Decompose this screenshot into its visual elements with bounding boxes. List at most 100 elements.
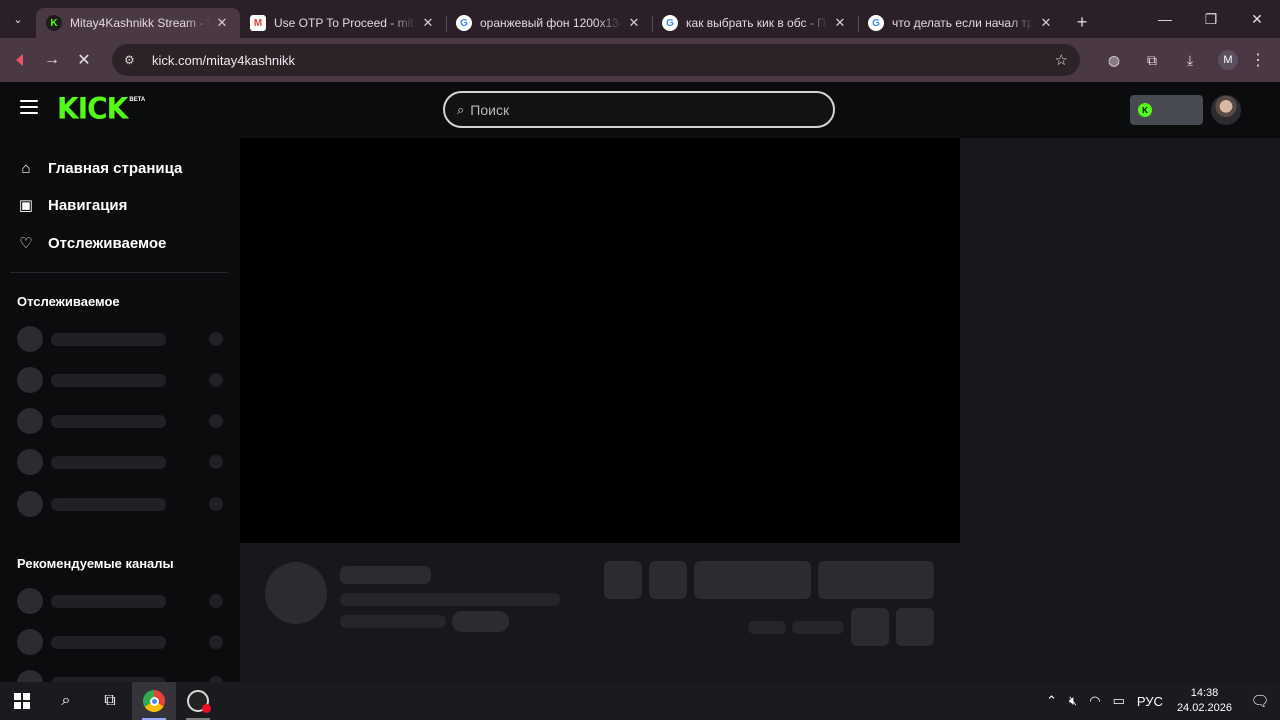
recording-dot-icon <box>202 704 211 713</box>
channel-name-skeleton <box>340 566 431 584</box>
task-view-icon: ⧉ <box>104 692 116 709</box>
extensions-button[interactable]: ⧉ <box>1136 44 1168 76</box>
task-view-button[interactable]: ⧉ <box>88 682 132 720</box>
nav-item-browse[interactable]: ▣ Навигация <box>16 192 128 218</box>
tab-title: Mitay4Kashnikk Stream - Watch <box>70 16 210 30</box>
translate-button[interactable]: ◍ <box>1098 44 1130 76</box>
channel-skeleton-row <box>17 326 223 352</box>
new-tab-button[interactable]: + <box>1068 12 1096 33</box>
browser-tab[interactable]: M Use OTP To Proceed - mitay4k ✕ <box>240 8 447 38</box>
channel-skeleton-row <box>17 588 223 614</box>
toolbar-actions: ◍ ⧉ ⤓ M <box>1098 44 1244 76</box>
nav-item-home[interactable]: ⌂ Главная страница <box>16 155 182 181</box>
site-settings-icon[interactable]: ⚙ <box>124 53 142 67</box>
browser-menu-button[interactable]: ⋮ <box>1242 44 1274 76</box>
kick-favicon-icon: K <box>46 15 62 31</box>
search-box[interactable]: ⌕ <box>443 91 835 128</box>
browser-toolbar: → ✕ ⚙ kick.com/mitay4kashnikk ☆ ◍ ⧉ ⤓ M … <box>0 38 1280 82</box>
stream-title-skeleton <box>340 593 560 606</box>
sidebar-divider <box>10 272 228 273</box>
beta-badge: BETA <box>129 97 146 103</box>
gmail-favicon-icon: M <box>250 15 266 31</box>
search-icon: ⌕ <box>61 692 71 709</box>
volume-muted-icon[interactable]: 🔇︎ <box>1063 693 1083 709</box>
profile-button[interactable]: M <box>1212 44 1244 76</box>
tab-title: Use OTP To Proceed - mitay4k <box>274 16 416 30</box>
heart-icon: ♡ <box>19 235 33 252</box>
restore-icon[interactable]: ❐ <box>1188 0 1234 38</box>
tab-close-icon[interactable]: ✕ <box>1038 15 1054 31</box>
close-window-icon[interactable]: ✕ <box>1234 0 1280 38</box>
start-button[interactable] <box>0 682 44 720</box>
tab-close-icon[interactable]: ✕ <box>214 15 230 31</box>
notifications-icon[interactable]: 🗨︎ <box>1240 692 1280 710</box>
windows-taskbar: ⌕ ⧉ ⌃ 🔇︎ ◠ ▭ РУС 14:38 24.02.2026 🗨︎ <box>0 682 1280 720</box>
address-bar[interactable]: ⚙ kick.com/mitay4kashnikk ☆ <box>112 44 1080 76</box>
browser-tab[interactable]: G оранжевый фон 1200x134px ✕ <box>446 8 653 38</box>
chrome-icon <box>143 690 165 712</box>
puzzle-icon: ⧉ <box>1147 51 1157 68</box>
search-icon: ⌕ <box>457 101 465 117</box>
input-language[interactable]: РУС <box>1131 694 1169 709</box>
bookmark-star-icon[interactable]: ☆ <box>1055 51 1068 69</box>
back-arrow-icon <box>16 54 23 66</box>
tab-search-button[interactable]: ⌄ <box>6 7 30 31</box>
action-button-skeleton <box>604 561 642 599</box>
battery-icon[interactable]: ▭ <box>1107 693 1131 709</box>
nav-item-label: Отслеживаемое <box>48 234 167 252</box>
window-controls: — ❐ ✕ <box>1142 0 1280 38</box>
browse-icon: ▣ <box>18 197 34 214</box>
kick-logo-text: KICK <box>57 91 128 126</box>
uptime-skeleton <box>792 621 844 634</box>
user-avatar[interactable] <box>1211 95 1241 125</box>
tab-close-icon[interactable]: ✕ <box>832 15 848 31</box>
browser-tab[interactable]: K Mitay4Kashnikk Stream - Watch ✕ <box>36 8 240 38</box>
search-input[interactable] <box>470 101 801 118</box>
nav-item-label: Главная страница <box>48 159 183 177</box>
tag-skeleton <box>452 611 509 632</box>
nav-item-following[interactable]: ♡ Отслеживаемое <box>16 230 166 256</box>
google-favicon-icon: G <box>662 15 678 31</box>
browser-tab[interactable]: G как выбрать кик в обс - Поиск ✕ <box>652 8 859 38</box>
stop-loading-button[interactable]: ✕ <box>68 44 100 76</box>
subscribe-button-skeleton <box>818 561 934 599</box>
share-button-skeleton <box>851 608 889 646</box>
following-section-title: Отслеживаемое <box>17 294 120 309</box>
system-tray: ⌃ 🔇︎ ◠ ▭ РУС 14:38 24.02.2026 🗨︎ <box>1040 682 1280 720</box>
video-player[interactable] <box>240 138 960 543</box>
kick-coins-button[interactable]: K <box>1130 95 1203 125</box>
url-text[interactable]: kick.com/mitay4kashnikk <box>152 53 295 68</box>
minimize-icon[interactable]: — <box>1142 0 1188 38</box>
channel-skeleton-row <box>17 629 223 655</box>
channel-skeleton-row <box>17 670 223 682</box>
taskbar-chrome[interactable] <box>132 682 176 720</box>
windows-logo-icon <box>14 693 30 709</box>
tab-title: как выбрать кик в обс - Поиск <box>686 16 828 30</box>
back-button[interactable] <box>4 44 36 76</box>
show-hidden-icons-icon[interactable]: ⌃ <box>1040 693 1063 709</box>
follow-button-skeleton <box>694 561 811 599</box>
browser-tab-strip: ⌄ K Mitay4Kashnikk Stream - Watch ✕ M Us… <box>0 0 1280 38</box>
sidebar: ⌂ Главная страница ▣ Навигация ♡ Отслежи… <box>0 138 240 682</box>
forward-arrow-icon: → <box>44 51 60 68</box>
tab-close-icon[interactable]: ✕ <box>626 15 642 31</box>
wifi-icon[interactable]: ◠ <box>1083 693 1106 709</box>
tab-close-icon[interactable]: ✕ <box>420 15 436 31</box>
channel-skeleton-row <box>17 449 223 475</box>
kick-coin-icon: K <box>1138 103 1152 117</box>
kick-logo[interactable]: KICK BETA <box>57 91 146 126</box>
download-icon: ⤓ <box>1186 51 1194 68</box>
taskbar-clock[interactable]: 14:38 24.02.2026 <box>1169 686 1240 716</box>
obs-icon <box>187 690 211 713</box>
hamburger-menu-icon[interactable] <box>20 100 38 114</box>
action-button-skeleton <box>649 561 687 599</box>
viewers-skeleton <box>748 621 786 634</box>
clock-time: 14:38 <box>1190 687 1219 699</box>
channel-skeleton-row <box>17 491 223 517</box>
downloads-button[interactable]: ⤓ <box>1174 44 1206 76</box>
taskbar-search-button[interactable]: ⌕ <box>44 682 88 720</box>
taskbar-obs[interactable] <box>176 682 220 720</box>
more-button-skeleton <box>896 608 934 646</box>
browser-tab[interactable]: G что делать если начал трансляцию ✕ <box>858 8 1064 38</box>
forward-button[interactable]: → <box>36 44 68 76</box>
